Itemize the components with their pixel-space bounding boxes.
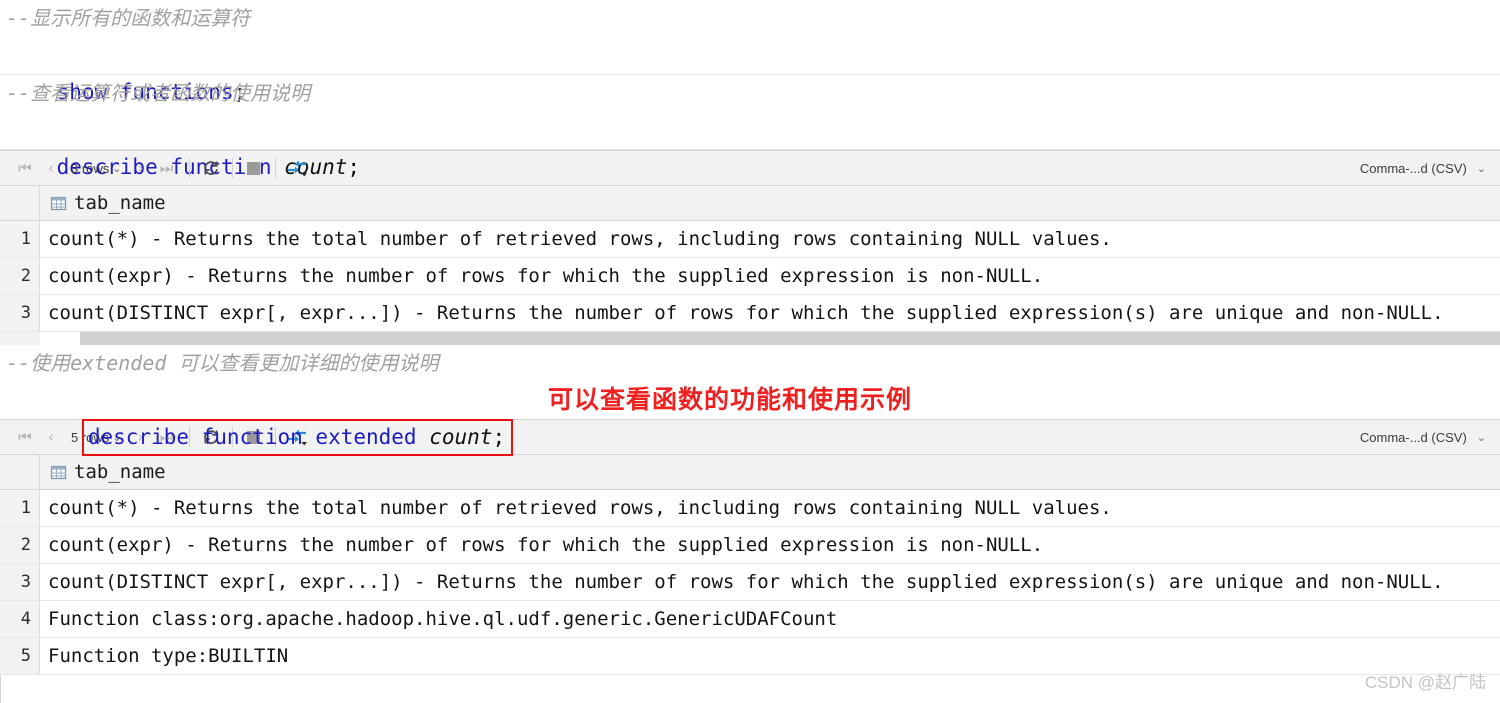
export-format-label: Comma-...d (CSV) (1359, 429, 1467, 445)
next-page-icon[interactable]: › (128, 156, 154, 180)
sql-punct: ; (492, 425, 506, 449)
sql-punct: ; (347, 155, 361, 179)
chevron-down-icon[interactable]: ⌄ (112, 162, 127, 175)
toolbar-divider (188, 158, 190, 178)
stop-icon[interactable] (242, 156, 266, 180)
transpose-icon[interactable] (285, 156, 309, 180)
toolbar-divider (231, 158, 233, 178)
row-number: 2 (0, 258, 40, 294)
row-number: 5 (0, 638, 40, 674)
row-number: 1 (0, 221, 40, 257)
table-row[interactable]: 2 count(expr) - Returns the number of ro… (0, 527, 1500, 564)
prev-page-icon[interactable]: ‹ (38, 156, 64, 180)
row-value[interactable]: Function class:org.apache.hadoop.hive.ql… (40, 601, 1500, 637)
row-count-label[interactable]: 3 rows (64, 161, 112, 176)
sql-statement-describe-extended[interactable]: describe function extended count; (0, 382, 514, 456)
column-header-label: tab_name (74, 461, 166, 483)
row-number: 3 (0, 295, 40, 331)
chevron-down-icon: ⌄ (1476, 431, 1486, 444)
table-row[interactable]: 1 count(*) - Returns the total number of… (0, 490, 1500, 527)
chevron-down-icon: ⌄ (1476, 162, 1486, 175)
annotated-statement-row: describe function extended count; 可以查看函数… (0, 382, 1500, 456)
row-value[interactable]: count(expr) - Returns the number of rows… (40, 527, 1500, 563)
row-value[interactable]: count(DISTINCT expr[, expr...]) - Return… (40, 564, 1500, 600)
red-highlight-box: describe function extended count; (81, 419, 514, 456)
scrollbar-corner (0, 332, 40, 345)
toolbar-divider (274, 158, 276, 178)
row-value[interactable]: count(expr) - Returns the number of rows… (40, 258, 1500, 294)
export-format-label: Comma-...d (CSV) (1359, 160, 1467, 176)
table-row[interactable]: 5 Function type:BUILTIN (0, 638, 1500, 675)
column-header-label: tab_name (74, 192, 166, 214)
row-value[interactable]: Function type:BUILTIN (40, 638, 1500, 674)
sql-editor-2[interactable]: --使用extended 可以查看更加详细的使用说明 describe func… (0, 345, 1500, 456)
grid-header-2: tab_name (0, 455, 1500, 490)
row-number: 4 (0, 601, 40, 637)
table-row[interactable]: 3 count(DISTINCT expr[, expr...]) - Retu… (0, 295, 1500, 332)
sql-identifier: count (429, 425, 493, 449)
table-column-icon (50, 196, 67, 210)
refresh-icon[interactable] (199, 156, 223, 180)
horizontal-scrollbar[interactable] (0, 332, 1500, 345)
grid-header-1: tab_name (0, 186, 1500, 221)
sql-comment-line-3[interactable]: --使用extended 可以查看更加详细的使用说明 (0, 345, 1500, 382)
scrollbar-track[interactable] (80, 332, 1500, 345)
table-row[interactable]: 2 count(expr) - Returns the number of ro… (0, 258, 1500, 295)
pagination-controls: ⏮ ‹ 3 rows ⌄ › ⏭ (12, 156, 180, 180)
sql-keyword: describe function extended (87, 425, 430, 449)
sql-comment-line-2[interactable]: --查看运算符或者函数的使用说明 (0, 75, 1500, 112)
table-row[interactable]: 4 Function class:org.apache.hadoop.hive.… (0, 601, 1500, 638)
sql-statement-show-functions[interactable]: show functions; (0, 37, 1500, 104)
row-number: 2 (0, 527, 40, 563)
row-value[interactable]: count(*) - Returns the total number of r… (40, 490, 1500, 526)
row-value[interactable]: count(DISTINCT expr[, expr...]) - Return… (40, 295, 1500, 331)
sql-statement-describe-function[interactable]: describe function count; (0, 112, 1500, 179)
row-number: 3 (0, 564, 40, 600)
watermark: CSDN @赵广陆 (1364, 673, 1486, 692)
export-format-select[interactable]: Comma-...d (CSV) ⌄ (1360, 430, 1492, 445)
sql-editor[interactable]: --显示所有的函数和运算符 show functions; --查看运算符或者函… (0, 0, 1500, 179)
last-page-icon[interactable]: ⏭ (154, 156, 180, 180)
first-page-icon[interactable]: ⏮ (12, 156, 38, 180)
result-grid-2: ⏮ ‹ 5 rows ⌄ › ⏭ Comma-...d (CSV) ⌄ tab_… (0, 419, 1500, 703)
column-header-tab-name[interactable]: tab_name (40, 192, 166, 214)
sql-comment-line-1[interactable]: --显示所有的函数和运算符 (0, 0, 1500, 37)
export-format-select[interactable]: Comma-...d (CSV) ⌄ (1360, 161, 1492, 176)
table-row[interactable]: 1 count(*) - Returns the total number of… (0, 221, 1500, 258)
gutter-header (0, 186, 40, 220)
row-value[interactable]: count(*) - Returns the total number of r… (40, 221, 1500, 257)
table-row[interactable]: 3 count(DISTINCT expr[, expr...]) - Retu… (0, 564, 1500, 601)
row-number: 1 (0, 490, 40, 526)
red-annotation-text: 可以查看函数的功能和使用示例 (548, 385, 913, 414)
column-header-tab-name[interactable]: tab_name (40, 461, 166, 483)
